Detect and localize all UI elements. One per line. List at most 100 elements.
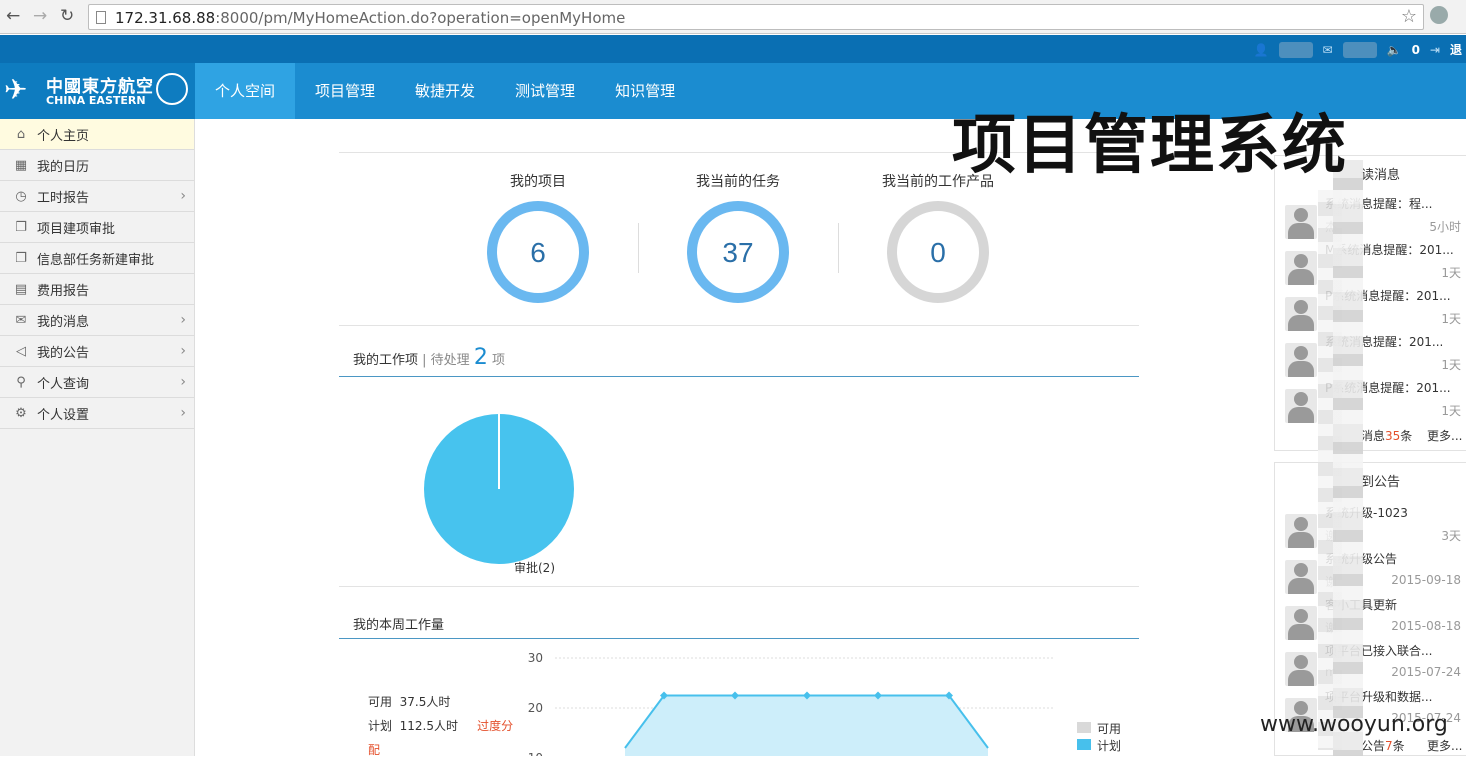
list-item[interactable]: 系统消息提醒：201... 1天	[1285, 333, 1466, 379]
pie-label: 审批(2)	[514, 561, 555, 575]
address-bar[interactable]: 172.31.68.88:8000/pm/MyHomeAction.do?ope…	[88, 4, 1424, 30]
list-item[interactable]: M系统消息提醒：201... 1天	[1285, 241, 1466, 287]
stat-my-work-products[interactable]: 我当前的工作产品 0	[868, 171, 1008, 311]
notices-title: 到公告	[1361, 475, 1401, 490]
home-icon: ⌂	[16, 126, 26, 142]
list-item[interactable]: P系统消息提醒：201... 1天	[1285, 379, 1466, 425]
sidebar-item[interactable]: ❐ 信息部任务新建审批	[0, 243, 194, 274]
browser-toolbar: ← → ↻ 172.31.68.88:8000/pm/MyHomeAction.…	[0, 0, 1466, 34]
avatar	[1285, 251, 1317, 285]
nav-tab[interactable]: 个人空间	[195, 63, 296, 119]
watermark: www.wooyun.org	[1260, 712, 1448, 737]
sound-count: 0	[1411, 42, 1420, 57]
stat-label: 我当前的任务	[696, 174, 780, 190]
url-text: 172.31.68.88:8000/pm/MyHomeAction.do?ope…	[115, 9, 626, 27]
chevron-right-icon: ›	[180, 343, 186, 359]
item-time: 1天	[1441, 312, 1461, 326]
planned-hours: 计划 112.5人时 过度分	[368, 719, 514, 733]
avatar	[1285, 205, 1317, 239]
item-time: 2015-09-18	[1391, 573, 1461, 587]
sidebar: ⌂ 个人主页 ▦ 我的日历 ◷ 工时报告 › ❐ 项目建项审批 ❐ 信息部任务新建审批 ▤ 费用报告 ✉ 我…	[0, 119, 195, 756]
item-time: 1天	[1441, 404, 1461, 418]
top-strip: 👤 ✉ 🔈 0 ⇥ 退	[0, 35, 1466, 63]
pending-unit: 项	[491, 353, 505, 368]
legend-swatch-available	[1077, 722, 1091, 733]
nav-tab[interactable]: 敏捷开发	[395, 63, 495, 119]
overallocated-warning: 配	[368, 743, 381, 757]
calendar-icon: ▦	[14, 157, 28, 173]
item-time: 5小时	[1429, 220, 1461, 234]
logout-icon[interactable]: ⇥	[1430, 43, 1440, 57]
privacy-mosaic	[1333, 160, 1363, 756]
stat-my-tasks[interactable]: 我当前的任务 37	[668, 171, 808, 311]
clock-report-icon: ◷	[15, 188, 27, 204]
avatar	[1285, 514, 1317, 548]
avatar	[1285, 652, 1317, 686]
sidebar-item[interactable]: ✉ 我的消息 ›	[0, 305, 194, 336]
donut-chart: 37	[687, 201, 789, 303]
item-time: 2015-08-18	[1391, 619, 1461, 633]
sidebar-item[interactable]: ⚙ 个人设置 ›	[0, 398, 194, 429]
list-item[interactable]: 系统升级-1023谢3天	[1285, 504, 1466, 550]
user-icon[interactable]: 👤	[1254, 43, 1269, 57]
sidebar-item[interactable]: ⌂ 个人主页	[0, 119, 194, 150]
avatar	[1285, 389, 1317, 423]
sidebar-item-label: 个人设置	[37, 407, 90, 423]
back-icon[interactable]: ←	[6, 6, 20, 26]
sidebar-item-label: 项目建项审批	[37, 221, 116, 237]
sidebar-item-label: 工时报告	[37, 190, 90, 206]
stat-my-projects[interactable]: 我的项目 6	[468, 171, 608, 311]
workitems-header: 我的工作项 | 待处理 2 项	[353, 345, 505, 370]
y-tick-label: 20	[528, 701, 543, 715]
item-time: 1天	[1441, 358, 1461, 372]
list-item[interactable]: 系统消息提醒：程...杰5小时	[1285, 195, 1466, 241]
mail-icon[interactable]: ✉	[1323, 43, 1333, 57]
globe-icon[interactable]	[1430, 6, 1448, 24]
list-item[interactable]: 项平台已接入联合...m2015-07-24	[1285, 642, 1466, 688]
pending-label: 待处理	[430, 353, 470, 368]
item-time: 3天	[1441, 529, 1461, 543]
logo[interactable]: ✈ 中國東方航空 CHINA EASTERN	[0, 63, 195, 119]
workitems-pie[interactable]	[423, 413, 575, 565]
weekly-workload-chart: 30 20 10	[528, 651, 1055, 756]
bookmark-star-icon[interactable]: ☆	[1401, 6, 1417, 27]
expense-icon: ▤	[14, 281, 28, 297]
messages-more-link[interactable]: 更多...	[1427, 427, 1462, 444]
sidebar-item-label: 我的日历	[37, 159, 90, 175]
legend-label-available: 可用	[1097, 722, 1122, 736]
notices-more-link[interactable]: 更多...	[1427, 737, 1462, 754]
unread-messages-panel: 读消息 系统消息提醒：程...杰5小时M系统消息提醒：201...1天P系统消息…	[1274, 155, 1466, 451]
nav-tab[interactable]: 测试管理	[495, 63, 595, 119]
stat-value: 6	[530, 237, 546, 268]
stat-value: 0	[930, 237, 946, 268]
sidebar-item[interactable]: ❐ 项目建项审批	[0, 212, 194, 243]
divider	[339, 325, 1139, 326]
sidebar-item[interactable]: ◁ 我的公告 ›	[0, 336, 194, 367]
avatar	[1285, 606, 1317, 640]
speaker-icon[interactable]: 🔈	[1387, 43, 1402, 57]
messages-footer: 消息35条 更多...	[1361, 429, 1463, 443]
copy-icon: ❐	[15, 219, 27, 235]
sidebar-item[interactable]: ◷ 工时报告 ›	[0, 181, 194, 212]
reload-icon[interactable]: ↻	[60, 6, 74, 26]
copy-icon: ❐	[15, 250, 27, 266]
chevron-right-icon: ›	[180, 188, 186, 204]
list-item[interactable]: 客小工具更新谢2015-08-18	[1285, 596, 1466, 642]
logout-label[interactable]: 退	[1450, 41, 1462, 58]
list-item[interactable]: P系统消息提醒：201... 1天	[1285, 287, 1466, 333]
sidebar-item[interactable]: ⚲ 个人查询 ›	[0, 367, 194, 398]
forward-icon[interactable]: →	[33, 6, 47, 26]
sidebar-item-label: 个人主页	[37, 128, 90, 144]
sidebar-item[interactable]: ▦ 我的日历	[0, 150, 194, 181]
brand-name-en: CHINA EASTERN	[46, 94, 146, 107]
sidebar-item-label: 我的公告	[37, 345, 90, 361]
nav-tab[interactable]: 知识管理	[595, 63, 695, 119]
available-hours: 可用 37.5人时	[368, 695, 451, 709]
list-item[interactable]: 系统升级公告谢2015-09-18	[1285, 550, 1466, 596]
sidebar-item[interactable]: ▤ 费用报告	[0, 274, 194, 305]
divider	[339, 586, 1139, 587]
pending-count[interactable]: 2	[474, 345, 488, 370]
workitems-title: 我的工作项	[353, 353, 419, 368]
planned-area	[625, 695, 988, 756]
nav-tab[interactable]: 项目管理	[295, 63, 395, 119]
